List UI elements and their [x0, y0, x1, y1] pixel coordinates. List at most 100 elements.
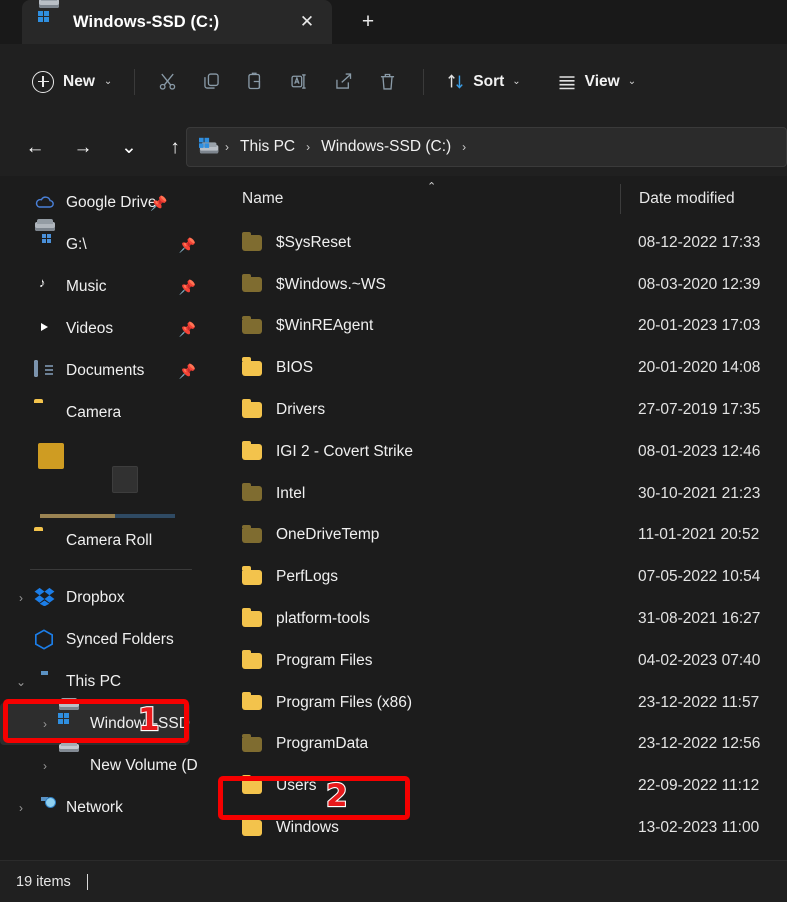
file-date-cell: 04-02-2023 07:40 — [638, 651, 761, 669]
file-row[interactable]: Windows 13-02-2023 11:00 — [214, 807, 787, 849]
folder-icon — [242, 733, 262, 753]
sort-button[interactable]: Sort ⌄ — [438, 64, 528, 100]
file-row[interactable]: $SysReset 08-12-2022 17:33 — [214, 222, 787, 264]
chevron-right-icon[interactable]: › — [8, 591, 34, 605]
folder-icon — [242, 817, 262, 836]
drag-ghost-folder-icon — [38, 443, 64, 469]
back-button[interactable]: ← — [18, 131, 52, 165]
file-name-label: $WinREAgent — [276, 317, 374, 335]
column-header-name[interactable]: Name ⌃ — [214, 176, 620, 222]
drive-icon — [38, 0, 60, 33]
file-row[interactable]: $Windows.~WS 08-03-2020 12:39 — [214, 264, 787, 306]
file-row[interactable]: Users 22-09-2022 11:12 — [214, 765, 787, 807]
file-date-cell: 08-12-2022 17:33 — [638, 233, 761, 251]
delete-button[interactable] — [365, 63, 409, 101]
sidebar-item-videos[interactable]: Videos 📌 — [0, 308, 210, 350]
text-caret — [86, 873, 89, 890]
chevron-down-icon: ⌄ — [512, 75, 521, 87]
tab-windows-ssd[interactable]: Windows-SSD (C:) ✕ — [22, 0, 332, 44]
paste-button[interactable] — [233, 63, 277, 101]
sidebar-item-label: G:\ — [66, 236, 87, 253]
sidebar-item-music[interactable]: Music 📌 — [0, 266, 210, 308]
sidebar-item-g-drive[interactable]: G:\ 📌 — [0, 219, 210, 266]
sidebar-item-camera[interactable]: Camera — [0, 392, 210, 434]
address-bar: ← → ⌄ ↑ › This PC › Windows-SSD (C:) › — [0, 119, 787, 176]
synced-folders-icon — [34, 629, 56, 651]
folder-icon — [242, 650, 262, 669]
sidebar-item-documents[interactable]: Documents 📌 — [0, 350, 210, 392]
drive-icon — [58, 698, 80, 735]
file-row[interactable]: OneDriveTemp 11-01-2021 20:52 — [214, 515, 787, 557]
chevron-right-icon[interactable]: › — [32, 759, 58, 773]
file-name-label: ProgramData — [276, 735, 369, 753]
share-icon — [336, 73, 351, 89]
file-row[interactable]: $WinREAgent 20-01-2023 17:03 — [214, 306, 787, 348]
breadcrumb-drive-icon — [199, 137, 220, 157]
file-date-cell: 08-03-2020 12:39 — [638, 275, 761, 293]
new-button[interactable]: New ⌄ — [24, 64, 120, 100]
file-name-cell: Program Files — [214, 650, 620, 670]
folder-icon — [242, 232, 262, 251]
drag-ghost-placeholder — [112, 466, 138, 493]
file-row[interactable]: ProgramData 23-12-2022 12:56 — [214, 724, 787, 766]
file-name-label: Drivers — [276, 401, 326, 419]
plus-icon — [32, 70, 54, 93]
file-row[interactable]: platform-tools 31-08-2021 16:27 — [214, 598, 787, 640]
file-row[interactable]: Program Files (x86) 23-12-2022 11:57 — [214, 682, 787, 724]
file-row[interactable]: Intel 30-10-2021 21:23 — [214, 473, 787, 515]
column-header-date-modified[interactable]: Date modified — [621, 190, 735, 208]
divider — [134, 68, 136, 95]
file-row[interactable]: BIOS 20-01-2020 14:08 — [214, 347, 787, 389]
forward-button[interactable]: → — [66, 131, 100, 165]
file-row[interactable]: Drivers 27-07-2019 17:35 — [214, 389, 787, 431]
file-name-cell: $SysReset — [214, 232, 620, 252]
chevron-right-icon[interactable]: › — [32, 717, 58, 731]
breadcrumb-item-windows-ssd[interactable]: Windows-SSD (C:) — [315, 135, 457, 159]
file-name-label: IGI 2 - Covert Strike — [276, 442, 413, 460]
sidebar-item-camera-roll[interactable]: Camera Roll — [0, 520, 210, 562]
breadcrumb[interactable]: › This PC › Windows-SSD (C:) › — [186, 127, 787, 167]
paste-icon — [248, 72, 260, 90]
file-row[interactable]: IGI 2 - Covert Strike 08-01-2023 12:46 — [214, 431, 787, 473]
rename-button[interactable] — [277, 63, 321, 101]
file-name-cell: BIOS — [214, 357, 620, 377]
sidebar-item-windows-ssd[interactable]: › Windows-SSD — [0, 698, 190, 745]
sidebar-item-this-pc[interactable]: ⌄ This PC — [0, 661, 210, 703]
sidebar-item-label: Network — [66, 799, 123, 816]
sidebar-item-label: Music — [66, 278, 107, 295]
folder-icon — [242, 775, 262, 794]
copy-icon — [204, 73, 219, 89]
share-button[interactable] — [321, 63, 365, 101]
divider — [423, 68, 425, 95]
recent-locations-button[interactable]: ⌄ — [112, 131, 146, 165]
copy-button[interactable] — [189, 63, 233, 101]
sidebar-item-label: New Volume (D — [90, 757, 198, 774]
file-row[interactable]: Program Files 04-02-2023 07:40 — [214, 640, 787, 682]
new-tab-button[interactable]: + — [352, 7, 384, 37]
sidebar-item-google-drive[interactable]: Google Drive 📌 — [0, 182, 210, 224]
file-date-cell: 23-12-2022 11:57 — [638, 693, 760, 711]
file-name-cell: Users — [214, 775, 620, 795]
sidebar-item-dropbox[interactable]: › Dropbox — [0, 577, 210, 619]
file-row[interactable]: PerfLogs 07-05-2022 10:54 — [214, 556, 787, 598]
tab-title: Windows-SSD (C:) — [73, 12, 220, 31]
folder-icon — [242, 399, 262, 418]
sidebar-item-network[interactable]: › Network — [0, 787, 210, 829]
pin-icon: 📌 — [178, 320, 196, 337]
close-icon[interactable]: ✕ — [292, 7, 322, 37]
chevron-down-icon: ⌄ — [627, 75, 637, 87]
cut-button[interactable] — [145, 63, 189, 101]
sidebar-item-label: Camera Roll — [66, 532, 153, 549]
chevron-right-icon[interactable]: › — [8, 801, 34, 815]
sidebar-item-label: Documents — [66, 362, 145, 379]
command-bar: New ⌄ Sort ⌄ View ⌄ — [0, 44, 787, 119]
chevron-down-icon[interactable]: ⌄ — [8, 675, 34, 689]
status-bar: 19 items — [0, 860, 787, 902]
column-headers: Name ⌃ Date modified — [214, 176, 787, 222]
view-button[interactable]: View ⌄ — [549, 64, 644, 100]
sidebar-item-synced-folders[interactable]: Synced Folders — [0, 619, 210, 661]
column-header-name-label: Name — [242, 190, 284, 207]
breadcrumb-item-this-pc[interactable]: This PC — [234, 135, 301, 159]
sidebar-item-new-volume[interactable]: › New Volume (D — [0, 741, 210, 787]
file-name-cell: Windows — [214, 817, 620, 837]
